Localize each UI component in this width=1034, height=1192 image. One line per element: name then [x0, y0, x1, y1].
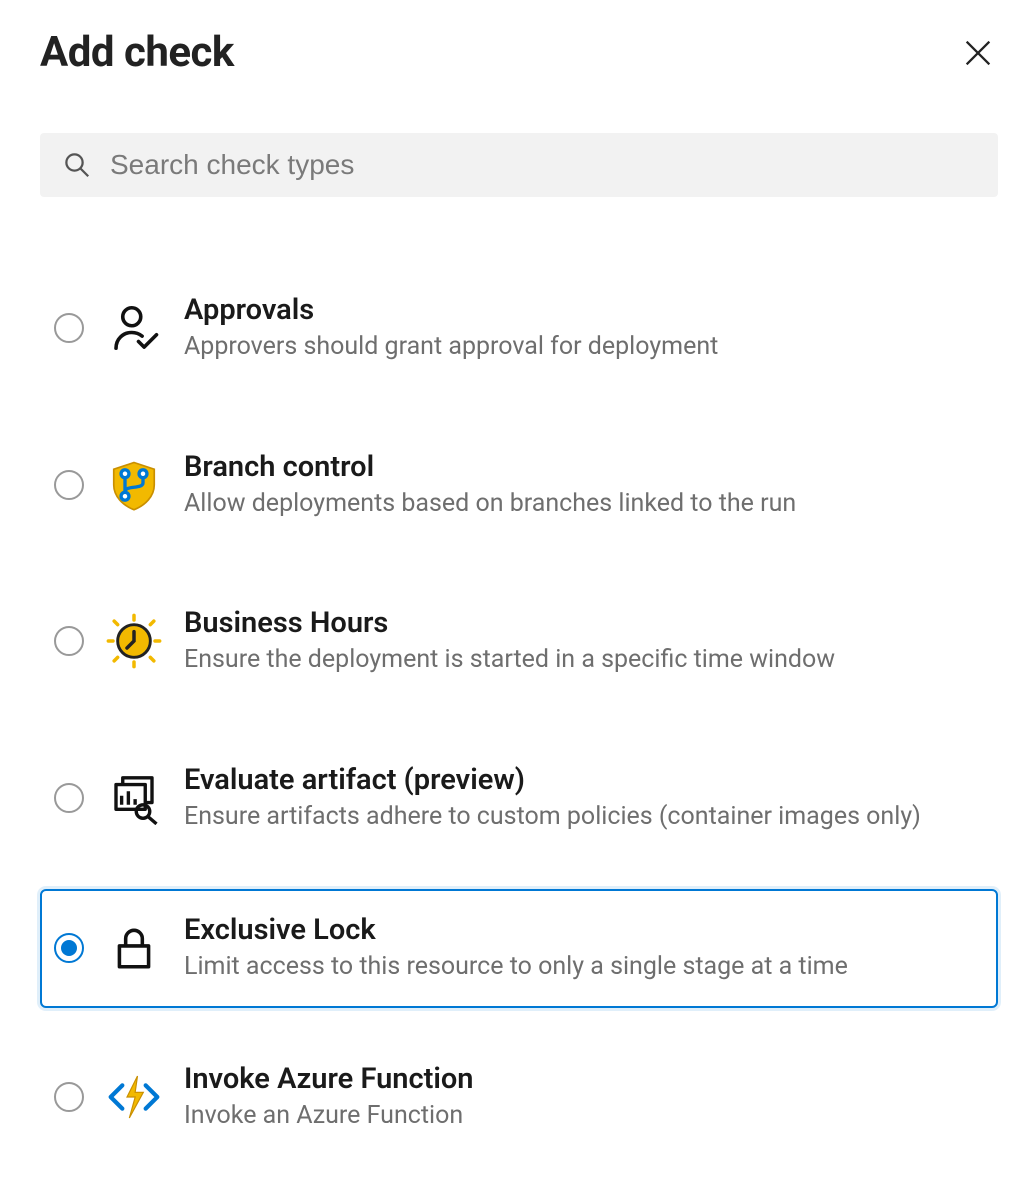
branch-shield-icon: [106, 457, 162, 513]
dialog-title: Add check: [40, 28, 234, 77]
check-text: Business Hours Ensure the deployment is …: [184, 606, 986, 677]
radio-evaluate-artifact[interactable]: [54, 783, 84, 813]
radio-exclusive-lock[interactable]: [54, 933, 84, 963]
person-check-icon: [106, 300, 162, 356]
artifact-scan-icon: [106, 770, 162, 826]
search-input[interactable]: [110, 149, 976, 181]
check-desc: Allow deployments based on branches link…: [184, 488, 986, 521]
check-option-evaluate-artifact[interactable]: Evaluate artifact (preview) Ensure artif…: [40, 739, 998, 858]
check-text: Approvals Approvers should grant approva…: [184, 293, 986, 364]
radio-approvals[interactable]: [54, 313, 84, 343]
check-text: Evaluate artifact (preview) Ensure artif…: [184, 763, 986, 834]
check-text: Invoke Azure Function Invoke an Azure Fu…: [184, 1062, 986, 1133]
check-option-exclusive-lock[interactable]: Exclusive Lock Limit access to this reso…: [40, 889, 998, 1008]
search-icon: [62, 150, 92, 180]
check-text: Exclusive Lock Limit access to this reso…: [184, 913, 986, 984]
radio-invoke-azure-function[interactable]: [54, 1082, 84, 1112]
close-icon: [961, 36, 995, 70]
radio-branch-control[interactable]: [54, 470, 84, 500]
check-text: Branch control Allow deployments based o…: [184, 450, 986, 521]
check-type-list: Approvals Approvers should grant approva…: [40, 269, 998, 1156]
check-title: Exclusive Lock: [184, 913, 986, 947]
check-desc: Approvers should grant approval for depl…: [184, 331, 986, 364]
check-title: Approvals: [184, 293, 986, 327]
lock-icon: [106, 920, 162, 976]
azure-function-icon: [106, 1069, 162, 1125]
check-desc: Ensure artifacts adhere to custom polici…: [184, 801, 986, 834]
radio-business-hours[interactable]: [54, 626, 84, 656]
check-desc: Ensure the deployment is started in a sp…: [184, 644, 986, 677]
add-check-panel: Add check Approva: [0, 0, 1034, 1192]
check-desc: Invoke an Azure Function: [184, 1100, 986, 1133]
check-title: Branch control: [184, 450, 986, 484]
clock-sun-icon: [106, 613, 162, 669]
check-desc: Limit access to this resource to only a …: [184, 951, 986, 984]
check-title: Business Hours: [184, 606, 986, 640]
check-title: Evaluate artifact (preview): [184, 763, 986, 797]
check-title: Invoke Azure Function: [184, 1062, 986, 1096]
check-option-approvals[interactable]: Approvals Approvers should grant approva…: [40, 269, 998, 388]
check-option-invoke-azure-function[interactable]: Invoke Azure Function Invoke an Azure Fu…: [40, 1038, 998, 1157]
check-option-branch-control[interactable]: Branch control Allow deployments based o…: [40, 426, 998, 545]
search-wrapper: [40, 133, 998, 197]
close-button[interactable]: [958, 33, 998, 73]
check-option-business-hours[interactable]: Business Hours Ensure the deployment is …: [40, 582, 998, 701]
header-bar: Add check: [40, 28, 998, 77]
